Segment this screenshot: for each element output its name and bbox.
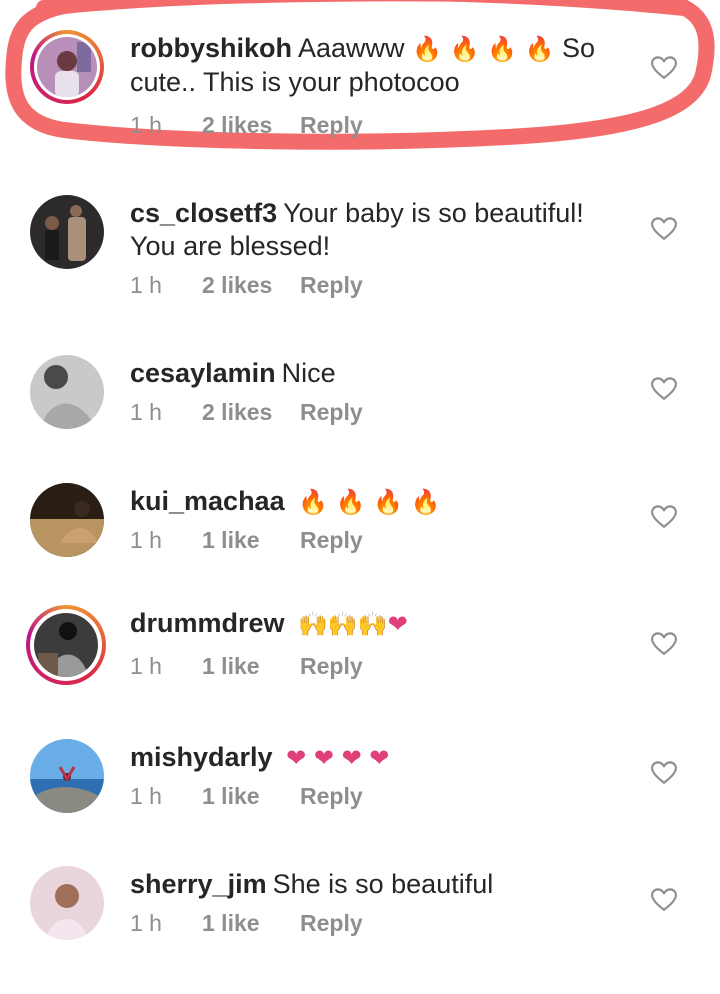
comment-likes[interactable]: 2 likes bbox=[202, 272, 300, 299]
avatar[interactable] bbox=[30, 355, 104, 429]
comment-meta: 1 h 1 like Reply bbox=[130, 527, 363, 554]
comment-item: cs_closetf3 Your baby is so beautiful! Yo… bbox=[0, 195, 720, 323]
comment-body: She is so beautiful bbox=[272, 869, 494, 899]
comment-likes[interactable]: 1 like bbox=[202, 653, 300, 680]
avatar[interactable] bbox=[30, 195, 104, 269]
heart-outline-icon[interactable] bbox=[651, 505, 677, 529]
comment-time: 1 h bbox=[130, 272, 162, 298]
comment-time: 1 h bbox=[130, 399, 162, 425]
comment-likes[interactable]: 2 likes bbox=[202, 399, 300, 426]
comment-meta: 1 h 1 like Reply bbox=[130, 653, 363, 680]
comment-text: cesaylamin Nice bbox=[130, 357, 630, 390]
comment-username[interactable]: sherry_jim bbox=[130, 869, 267, 899]
comment-username[interactable]: cesaylamin bbox=[130, 358, 276, 388]
comment-text: cs_closetf3 Your baby is so beautiful! Yo… bbox=[130, 197, 630, 263]
comment-text: drummdrew 🙌🙌🙌❤ bbox=[130, 607, 630, 641]
comment-username[interactable]: kui_machaa bbox=[130, 486, 285, 516]
comment-likes[interactable]: 1 like bbox=[202, 783, 300, 810]
comment-meta: 1 h 1 like Reply bbox=[130, 910, 363, 937]
comment-meta: 1 h 2 likes Reply bbox=[130, 399, 363, 426]
comment-item: sherry_jim She is so beautiful 1 h 1 like… bbox=[0, 866, 720, 994]
reply-button[interactable]: Reply bbox=[300, 653, 363, 680]
comment-time: 1 h bbox=[130, 910, 162, 936]
red-heart-emoji-icon: ❤ bbox=[387, 610, 408, 638]
fire-emoji-icon: 🔥 🔥 🔥 🔥 bbox=[298, 488, 441, 516]
comment-username[interactable]: cs_closetf3 bbox=[130, 198, 277, 228]
comment-username[interactable]: mishydarly bbox=[130, 742, 273, 772]
comment-time: 1 h bbox=[130, 783, 162, 809]
comment-item: drummdrew 🙌🙌🙌❤ 1 h 1 like Reply bbox=[0, 605, 720, 733]
comment-text: robbyshikoh Aaawww 🔥 🔥 🔥 🔥 So cute.. This… bbox=[130, 32, 630, 99]
comment-username[interactable]: robbyshikoh bbox=[130, 33, 292, 63]
comment-username[interactable]: drummdrew bbox=[130, 608, 285, 638]
comment-time: 1 h bbox=[130, 527, 162, 553]
comment-likes[interactable]: 2 likes bbox=[202, 112, 300, 139]
comment-time: 1 h bbox=[130, 653, 162, 679]
avatar[interactable] bbox=[30, 866, 104, 940]
heart-outline-icon[interactable] bbox=[651, 632, 677, 656]
reply-button[interactable]: Reply bbox=[300, 399, 363, 426]
comment-body: Aaawww bbox=[298, 33, 405, 63]
comment-item: robbyshikoh Aaawww 🔥 🔥 🔥 🔥 So cute.. This… bbox=[0, 30, 720, 158]
reply-button[interactable]: Reply bbox=[300, 112, 363, 139]
fire-emoji-icon: 🔥 🔥 🔥 🔥 bbox=[412, 35, 555, 63]
avatar[interactable] bbox=[30, 30, 104, 104]
comment-text: sherry_jim She is so beautiful bbox=[130, 868, 630, 901]
avatar[interactable] bbox=[30, 739, 104, 813]
reply-button[interactable]: Reply bbox=[300, 272, 363, 299]
comment-item: mishydarly ❤ ❤ ❤ ❤ 1 h 1 like Reply bbox=[0, 739, 720, 867]
comment-text: mishydarly ❤ ❤ ❤ ❤ bbox=[130, 741, 630, 775]
comment-item: cesaylamin Nice 1 h 2 likes Reply bbox=[0, 355, 720, 483]
avatar[interactable] bbox=[26, 605, 106, 685]
heart-outline-icon[interactable] bbox=[651, 761, 677, 785]
reply-button[interactable]: Reply bbox=[300, 527, 363, 554]
comment-item: kui_machaa 🔥 🔥 🔥 🔥 1 h 1 like Reply bbox=[0, 483, 720, 611]
heart-outline-icon[interactable] bbox=[651, 56, 677, 80]
heart-outline-icon[interactable] bbox=[651, 888, 677, 912]
comment-likes[interactable]: 1 like bbox=[202, 910, 300, 937]
comment-meta: 1 h 1 like Reply bbox=[130, 783, 363, 810]
comment-text: kui_machaa 🔥 🔥 🔥 🔥 bbox=[130, 485, 630, 519]
comment-meta: 1 h 2 likes Reply bbox=[130, 112, 363, 139]
comment-likes[interactable]: 1 like bbox=[202, 527, 300, 554]
raising-hands-emoji-icon: 🙌🙌🙌 bbox=[298, 610, 388, 638]
heart-outline-icon[interactable] bbox=[651, 377, 677, 401]
red-heart-emoji-icon: ❤ ❤ ❤ ❤ bbox=[286, 744, 390, 772]
comment-time: 1 h bbox=[130, 112, 162, 138]
comment-body: Nice bbox=[281, 358, 336, 388]
comment-meta: 1 h 2 likes Reply bbox=[130, 272, 363, 299]
heart-outline-icon[interactable] bbox=[651, 217, 677, 241]
reply-button[interactable]: Reply bbox=[300, 910, 363, 937]
avatar[interactable] bbox=[30, 483, 104, 557]
reply-button[interactable]: Reply bbox=[300, 783, 363, 810]
